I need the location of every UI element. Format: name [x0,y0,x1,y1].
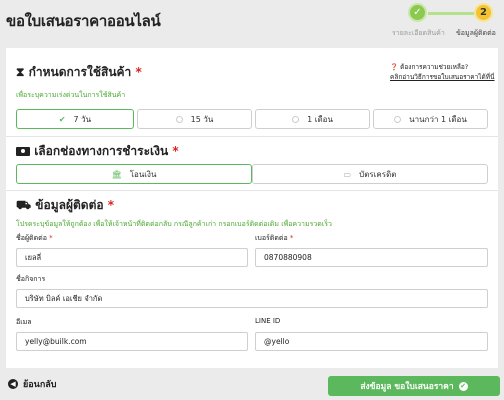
company-field[interactable] [16,289,488,308]
step-2-label: ข้อมูลผู้ติดต่อ [456,29,496,37]
page-header: ขอใบเสนอราคาออนไลน์ ✓ 2 รายละเอียดสินค้า… [0,0,504,48]
usage-section-title: ⧗ กำหนดการใช้สินค้า * [16,63,142,82]
payment-option-transfer[interactable]: 🏛 โอนเงิน [16,164,252,184]
submit-button-label: ส่งข้อมูล ขอใบเสนอราคา [360,382,454,392]
usage-option-7-days[interactable]: ✔ 7 วัน [16,109,134,129]
banknote-icon [16,147,30,156]
help-question: ❓ ต้องการความช่วยเหลือ? [390,62,468,72]
step-1-label[interactable]: รายละเอียดสินค้า [392,28,445,39]
usage-option-label: 7 วัน [73,114,92,124]
radio-icon [292,115,300,123]
check-circle-icon: ✔ [458,381,468,391]
phone-label: เบอร์ติดต่อ * [255,233,293,244]
payment-title-text: เลือกช่องทางการชำระเงิน [34,144,169,158]
payment-option-credit-card[interactable]: ▭ บัตรเครดิต [252,164,488,184]
bank-icon: 🏛 [111,169,122,179]
submit-quote-button[interactable]: ส่งข้อมูล ขอใบเสนอราคา ✔ [328,376,500,396]
section-divider [6,190,498,191]
line-id-field[interactable] [255,332,488,351]
usage-option-label: นานกว่า 1 เดือน [409,114,467,124]
page-title: ขอใบเสนอราคาออนไลน์ [6,12,161,30]
step-progress-line [428,12,474,15]
radio-icon [175,115,183,123]
phone-label-text: เบอร์ติดต่อ [255,234,288,242]
section-divider [6,136,498,137]
credit-card-icon: ▭ [343,169,352,179]
payment-option-label: โอนเงิน [129,169,157,179]
required-mark: * [49,234,53,242]
back-button[interactable]: ◀ ย้อนกลับ [8,377,57,391]
radio-icon [394,115,402,123]
usage-option-1-month[interactable]: 1 เดือน [255,109,370,129]
usage-option-label: 1 เดือน [307,114,333,124]
usage-option-over-1-month[interactable]: นานกว่า 1 เดือน [373,109,488,129]
help-question-text: ต้องการความช่วยเหลือ? [400,63,469,71]
payment-option-label: บัตรเครดิต [359,169,397,179]
required-mark: * [135,65,142,79]
contact-section-title: ⛟ ข้อมูลผู้ติดต่อ * [16,196,114,215]
email-label: อีเมล [16,318,32,326]
help-link[interactable]: คลิกอ่านวิธีการขอใบเสนอราคาได้ที่นี่ [390,72,495,82]
truck-icon: ⛟ [16,198,32,212]
company-label: ชื่อกิจการ [16,275,46,283]
contact-title-text: ข้อมูลผู้ติดต่อ [35,198,104,212]
check-icon: ✔ [58,114,66,124]
hourglass-icon: ⧗ [16,65,25,79]
step-2-current-marker: 2 [474,3,493,22]
usage-hint: เพื่อระบุความเร่งด่วนในการใช้สินค้า [16,91,126,99]
arrow-left-icon: ◀ [8,379,18,389]
quote-form-card: ⧗ กำหนดการใช้สินค้า * ❓ ต้องการความช่วยเ… [6,48,498,368]
required-mark: * [172,144,179,158]
name-label: ชื่อผู้ติดต่อ * [16,233,53,244]
payment-section-title: เลือกช่องทางการชำระเงิน * [16,142,179,161]
back-button-label: ย้อนกลับ [23,380,57,390]
name-field[interactable] [16,248,248,267]
step-1-done-icon[interactable]: ✓ [408,3,427,22]
required-mark: * [107,198,115,212]
usage-option-label: 15 วัน [190,114,214,124]
required-mark: * [289,234,294,242]
name-label-text: ชื่อผู้ติดต่อ [16,234,47,242]
contact-hint: โปรดระบุข้อมูลให้ถูกต้อง เพื่อให้เจ้าหน้… [16,220,332,228]
phone-field[interactable] [255,248,488,267]
usage-option-15-days[interactable]: 15 วัน [137,109,252,129]
line-id-label: LINE ID [255,317,281,325]
usage-title-text: กำหนดการใช้สินค้า [28,65,132,79]
email-field[interactable] [16,332,248,351]
question-circle-icon: ❓ [390,63,399,71]
